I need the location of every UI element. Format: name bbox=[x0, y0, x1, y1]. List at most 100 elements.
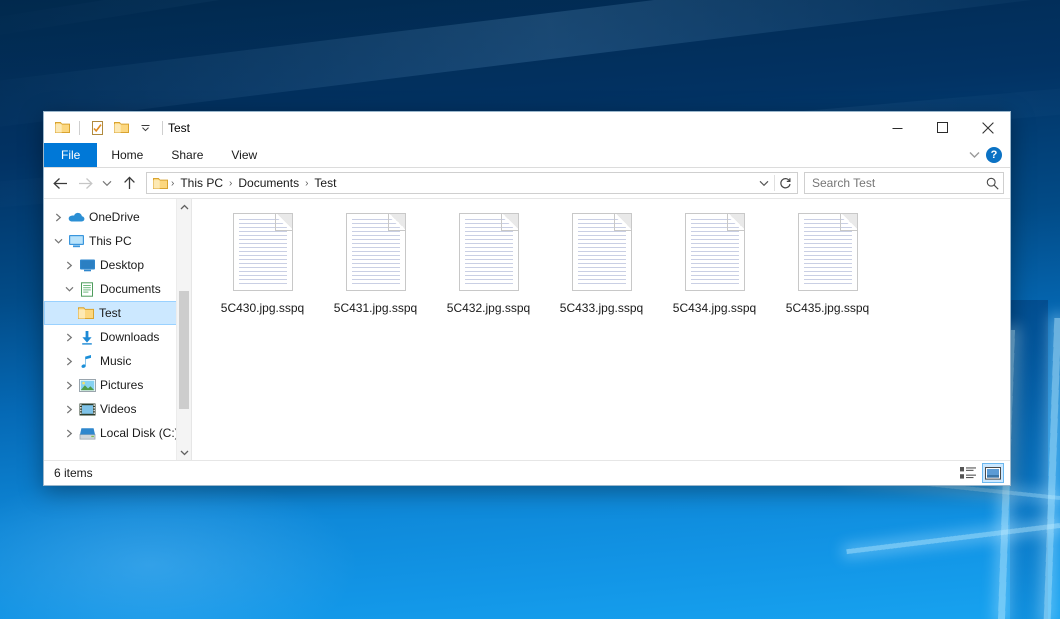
chevron-down-icon[interactable] bbox=[754, 173, 774, 193]
sidebar-item-label: OneDrive bbox=[86, 210, 140, 224]
sidebar-item-label: Pictures bbox=[97, 378, 143, 392]
sidebar-item-documents[interactable]: Documents bbox=[44, 277, 191, 301]
music-icon bbox=[77, 354, 97, 369]
tab-home[interactable]: Home bbox=[97, 143, 157, 167]
wallpaper-logo-shadow bbox=[1010, 300, 1048, 619]
file-icon-fold bbox=[275, 213, 293, 231]
help-icon[interactable]: ? bbox=[986, 147, 1002, 163]
sidebar-item-desktop[interactable]: Desktop bbox=[44, 253, 191, 277]
scroll-down-icon[interactable] bbox=[177, 445, 191, 460]
download-icon bbox=[77, 330, 97, 345]
file-item[interactable]: 5C433.jpg.sspq bbox=[545, 213, 658, 335]
chevron-down-icon[interactable] bbox=[969, 148, 980, 162]
navigation-bar: › This PC › Documents › Test bbox=[44, 168, 1010, 198]
navigation-pane: OneDrive This PC bbox=[44, 199, 192, 460]
breadcrumb-item-documents[interactable]: Documents bbox=[233, 176, 304, 190]
chevron-right-icon[interactable] bbox=[61, 381, 77, 390]
documents-icon bbox=[77, 282, 97, 297]
file-name-label: 5C430.jpg.sspq bbox=[221, 301, 304, 315]
file-item[interactable]: 5C430.jpg.sspq bbox=[206, 213, 319, 335]
sidebar-item-test[interactable]: Test bbox=[44, 301, 191, 325]
breadcrumb-item-test[interactable]: Test bbox=[309, 176, 341, 190]
up-button[interactable] bbox=[117, 171, 141, 195]
chevron-right-icon[interactable] bbox=[61, 357, 77, 366]
tab-share[interactable]: Share bbox=[157, 143, 217, 167]
search-icon[interactable] bbox=[986, 177, 999, 190]
cloud-icon bbox=[66, 211, 86, 223]
folder-icon bbox=[151, 177, 170, 190]
breadcrumb-item-this-pc[interactable]: This PC bbox=[175, 176, 228, 190]
wallpaper-glow bbox=[0, 470, 360, 619]
file-name-label: 5C434.jpg.sspq bbox=[673, 301, 756, 315]
window-title: Test bbox=[168, 121, 190, 135]
desktop-wallpaper: Test File Home Share View bbox=[0, 0, 1060, 619]
item-count-label: 6 items bbox=[54, 466, 93, 480]
file-name-label: 5C435.jpg.sspq bbox=[786, 301, 869, 315]
file-icon-fold bbox=[727, 213, 745, 231]
generic-file-icon bbox=[572, 213, 632, 291]
scrollbar-thumb[interactable] bbox=[179, 291, 189, 409]
videos-icon bbox=[77, 403, 97, 416]
sidebar-item-videos[interactable]: Videos bbox=[44, 397, 191, 421]
chevron-down-icon[interactable] bbox=[50, 238, 66, 245]
folder-icon bbox=[76, 306, 96, 320]
file-icon-fold bbox=[840, 213, 858, 231]
new-folder-icon[interactable] bbox=[111, 118, 131, 138]
tab-view[interactable]: View bbox=[217, 143, 271, 167]
sidebar-item-label: Desktop bbox=[97, 258, 144, 272]
status-bar: 6 items bbox=[44, 460, 1010, 485]
generic-file-icon bbox=[346, 213, 406, 291]
large-icons-view-button[interactable] bbox=[982, 463, 1004, 483]
sidebar-item-label: Videos bbox=[97, 402, 136, 416]
search-input[interactable]: Search Test bbox=[812, 176, 875, 190]
search-box[interactable]: Search Test bbox=[804, 172, 1004, 194]
tab-file[interactable]: File bbox=[44, 143, 97, 167]
recent-locations-button[interactable] bbox=[98, 171, 116, 195]
chevron-right-icon[interactable] bbox=[61, 333, 77, 342]
toolbar-separator bbox=[162, 121, 163, 135]
properties-icon[interactable] bbox=[87, 118, 107, 138]
sidebar-item-music[interactable]: Music bbox=[44, 349, 191, 373]
toolbar-separator bbox=[79, 121, 80, 135]
chevron-right-icon[interactable] bbox=[61, 405, 77, 414]
file-explorer-window: Test File Home Share View bbox=[43, 111, 1011, 486]
pictures-icon bbox=[77, 379, 97, 392]
details-view-button[interactable] bbox=[957, 463, 979, 483]
minimize-button[interactable] bbox=[875, 112, 920, 143]
close-button[interactable] bbox=[965, 112, 1010, 143]
file-item[interactable]: 5C432.jpg.sspq bbox=[432, 213, 545, 335]
ribbon-tab-bar: File Home Share View ? bbox=[44, 143, 1010, 168]
file-item[interactable]: 5C434.jpg.sspq bbox=[658, 213, 771, 335]
generic-file-icon bbox=[233, 213, 293, 291]
folder-icon[interactable] bbox=[52, 118, 72, 138]
generic-file-icon bbox=[459, 213, 519, 291]
chevron-down-icon[interactable] bbox=[61, 286, 77, 293]
sidebar-item-label: Test bbox=[96, 306, 121, 320]
file-list-view[interactable]: 5C430.jpg.sspq 5C431.jpg.sspq bbox=[192, 199, 1010, 460]
sidebar-scrollbar[interactable] bbox=[176, 199, 191, 460]
chevron-right-icon[interactable] bbox=[50, 213, 66, 222]
sidebar-item-downloads[interactable]: Downloads bbox=[44, 325, 191, 349]
desktop-icon bbox=[77, 258, 97, 272]
chevron-right-icon[interactable] bbox=[61, 261, 77, 270]
refresh-icon[interactable] bbox=[775, 173, 795, 193]
generic-file-icon bbox=[798, 213, 858, 291]
scroll-up-icon[interactable] bbox=[177, 199, 191, 214]
forward-button[interactable] bbox=[73, 171, 97, 195]
sidebar-item-label: Downloads bbox=[97, 330, 159, 344]
file-item[interactable]: 5C435.jpg.sspq bbox=[771, 213, 884, 335]
maximize-button[interactable] bbox=[920, 112, 965, 143]
quick-access-toolbar bbox=[52, 118, 166, 138]
sidebar-item-pictures[interactable]: Pictures bbox=[44, 373, 191, 397]
file-name-label: 5C431.jpg.sspq bbox=[334, 301, 417, 315]
file-item[interactable]: 5C431.jpg.sspq bbox=[319, 213, 432, 335]
chevron-right-icon[interactable] bbox=[61, 429, 77, 438]
address-bar[interactable]: › This PC › Documents › Test bbox=[146, 172, 798, 194]
breadcrumb: › This PC › Documents › Test bbox=[151, 176, 341, 190]
sidebar-item-this-pc[interactable]: This PC bbox=[44, 229, 191, 253]
ribbon-right-controls: ? bbox=[969, 143, 1010, 167]
sidebar-item-local-disk-c[interactable]: Local Disk (C:) bbox=[44, 421, 191, 445]
sidebar-item-onedrive[interactable]: OneDrive bbox=[44, 205, 191, 229]
chevron-down-icon[interactable] bbox=[135, 118, 155, 138]
back-button[interactable] bbox=[48, 171, 72, 195]
